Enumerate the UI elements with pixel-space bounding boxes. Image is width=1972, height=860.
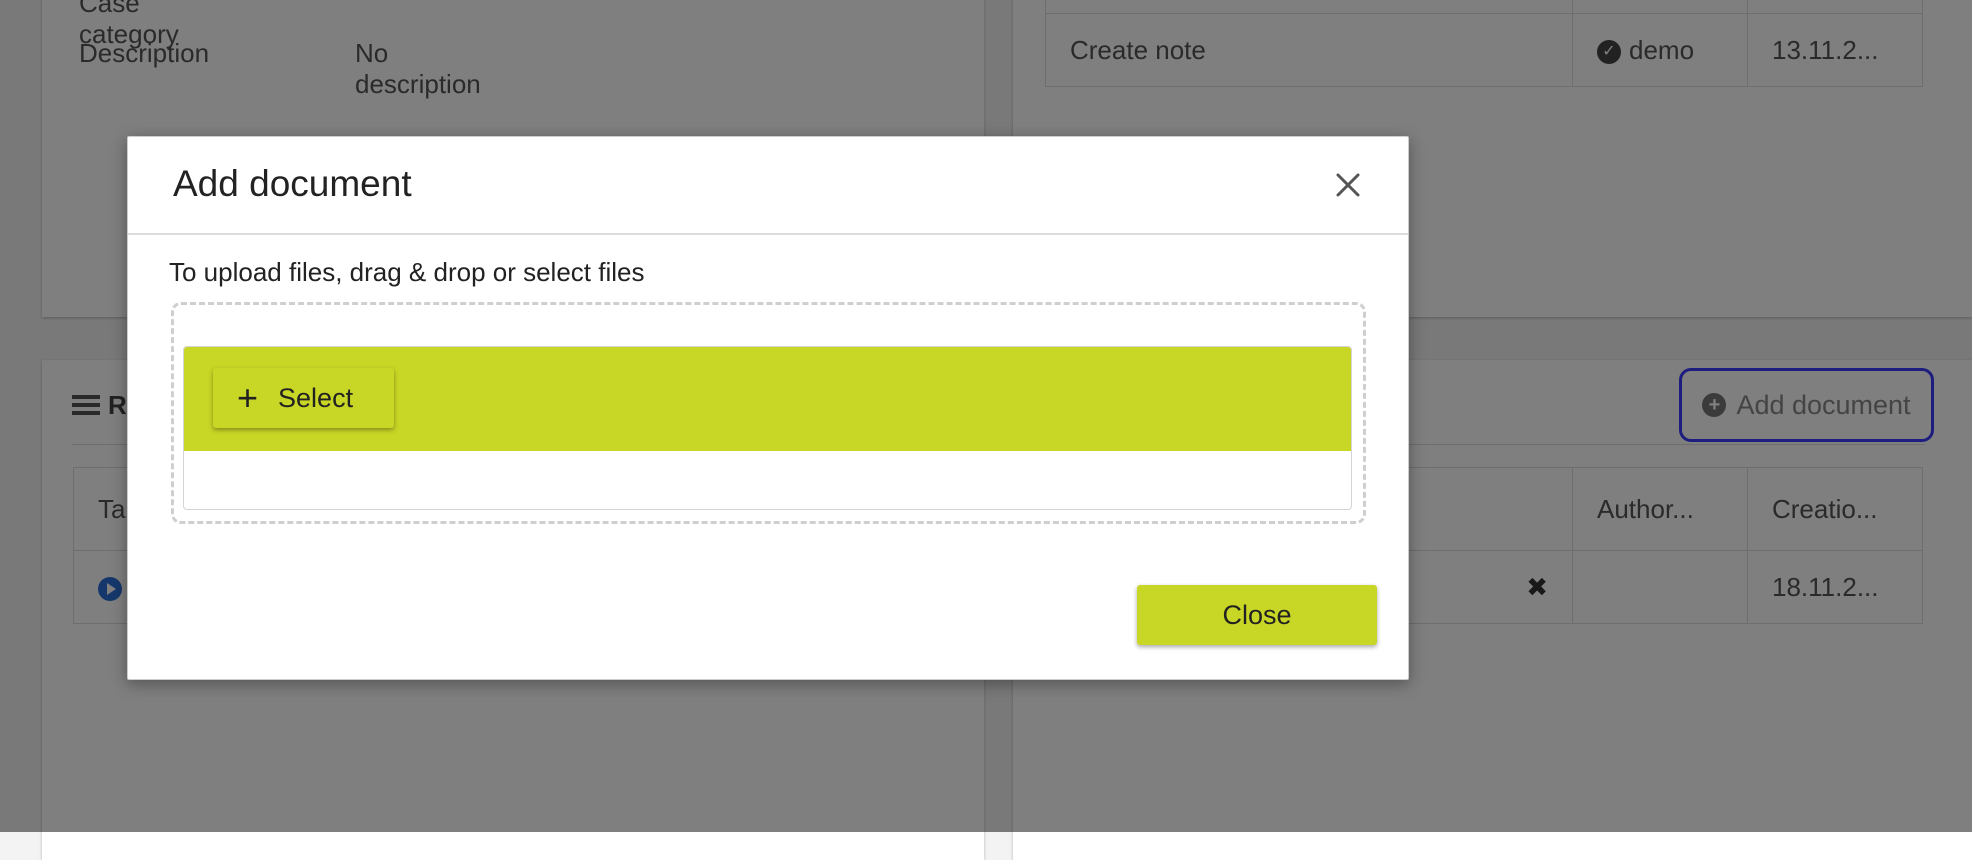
file-upload-area: + Select: [183, 346, 1352, 510]
upload-instruction: To upload files, drag & drop or select f…: [169, 257, 645, 287]
close-icon[interactable]: [1328, 165, 1368, 205]
add-document-dialog: Add document To upload files, drag & dro…: [127, 136, 1409, 680]
dialog-title: Add document: [173, 163, 412, 204]
plus-icon: +: [237, 377, 259, 418]
dialog-header: Add document: [128, 137, 1408, 235]
select-files-label: Select: [278, 382, 354, 413]
close-button[interactable]: Close: [1137, 585, 1377, 645]
select-files-button[interactable]: + Select: [213, 368, 394, 428]
upload-toolbar: + Select: [184, 347, 1351, 451]
